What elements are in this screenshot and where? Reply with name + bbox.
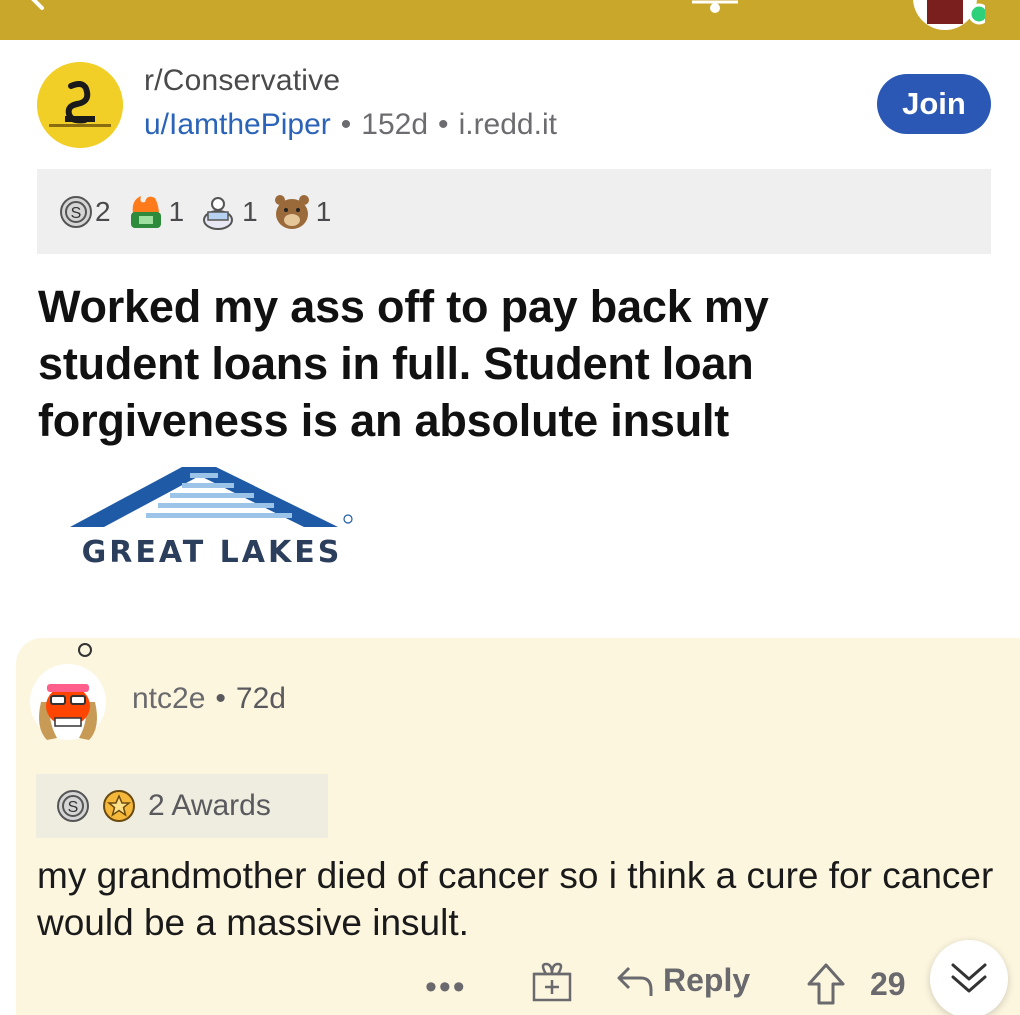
comment-age: 72d bbox=[235, 682, 286, 715]
comment-actions: ••• Reply 29 bbox=[0, 950, 1020, 1015]
separator-dot: • bbox=[438, 108, 449, 141]
separator-dot: • bbox=[215, 682, 226, 715]
award-silver: S 2 bbox=[59, 195, 111, 229]
join-button[interactable]: Join bbox=[877, 74, 991, 134]
reply-label: Reply bbox=[663, 962, 751, 998]
silver-award-icon: S bbox=[57, 790, 89, 822]
gadsden-snake-icon bbox=[37, 62, 123, 148]
award-count: 2 bbox=[95, 195, 111, 227]
wholesome-seal-award-icon bbox=[203, 196, 234, 230]
comment-author[interactable]: ntc2e bbox=[132, 682, 205, 715]
reply-button[interactable]: Reply bbox=[615, 962, 750, 999]
bear-award-icon bbox=[274, 194, 309, 229]
back-chevron-icon[interactable] bbox=[20, 0, 60, 22]
separator-dot: • bbox=[340, 108, 352, 141]
award-count: 1 bbox=[315, 195, 332, 227]
next-comment-button[interactable] bbox=[930, 940, 1008, 1015]
svg-text:S: S bbox=[71, 205, 82, 222]
logo-text: GREAT LAKES bbox=[82, 535, 343, 570]
double-chevron-down-icon bbox=[951, 963, 987, 993]
post-awards-bar[interactable]: S 2 1 1 1 bbox=[37, 169, 991, 254]
share-tray-icon[interactable] bbox=[690, 0, 740, 16]
post-author-link[interactable]: u/IamthePiper bbox=[144, 108, 331, 141]
svg-text:S: S bbox=[68, 799, 79, 816]
award-money-fire: 1 bbox=[125, 192, 185, 232]
subreddit-icon[interactable] bbox=[37, 62, 123, 148]
subreddit-name[interactable]: r/Conservative bbox=[144, 64, 340, 98]
post-age: 152d bbox=[361, 108, 429, 141]
comment-body: my grandmother died of cancer so i think… bbox=[37, 855, 994, 943]
commenter-avatar-icon[interactable] bbox=[27, 640, 109, 742]
award-wholesome-seal: 1 bbox=[198, 192, 258, 232]
user-avatar-icon[interactable] bbox=[905, 0, 985, 30]
post-image[interactable]: GREAT LAKES bbox=[40, 465, 370, 580]
award-count: 1 bbox=[168, 195, 185, 227]
vote-count: 29 bbox=[870, 966, 906, 1002]
comment-awards[interactable]: S 2 Awards bbox=[36, 774, 328, 838]
money-fire-award-icon bbox=[130, 195, 161, 228]
post-source-domain[interactable]: i.redd.it bbox=[459, 108, 557, 141]
helpful-award-icon bbox=[103, 790, 135, 822]
post-meta: u/IamthePiper • 152d • i.redd.it bbox=[144, 108, 557, 142]
reply-arrow-icon bbox=[617, 966, 653, 996]
silver-award-icon: S bbox=[60, 195, 92, 228]
more-options-button[interactable]: ••• bbox=[425, 968, 467, 1007]
great-lakes-logo: GREAT LAKES bbox=[70, 467, 353, 570]
top-app-bar bbox=[0, 0, 1020, 40]
awards-count-label: 2 Awards bbox=[148, 789, 271, 822]
post-title[interactable]: Worked my ass off to pay back my student… bbox=[38, 278, 938, 449]
upvote-arrow-icon[interactable] bbox=[806, 962, 846, 1006]
award-count: 1 bbox=[242, 195, 258, 227]
give-award-gift-icon[interactable] bbox=[530, 962, 574, 1002]
award-bear: 1 bbox=[272, 192, 332, 232]
comment-meta: ntc2e • 72d bbox=[132, 682, 286, 716]
